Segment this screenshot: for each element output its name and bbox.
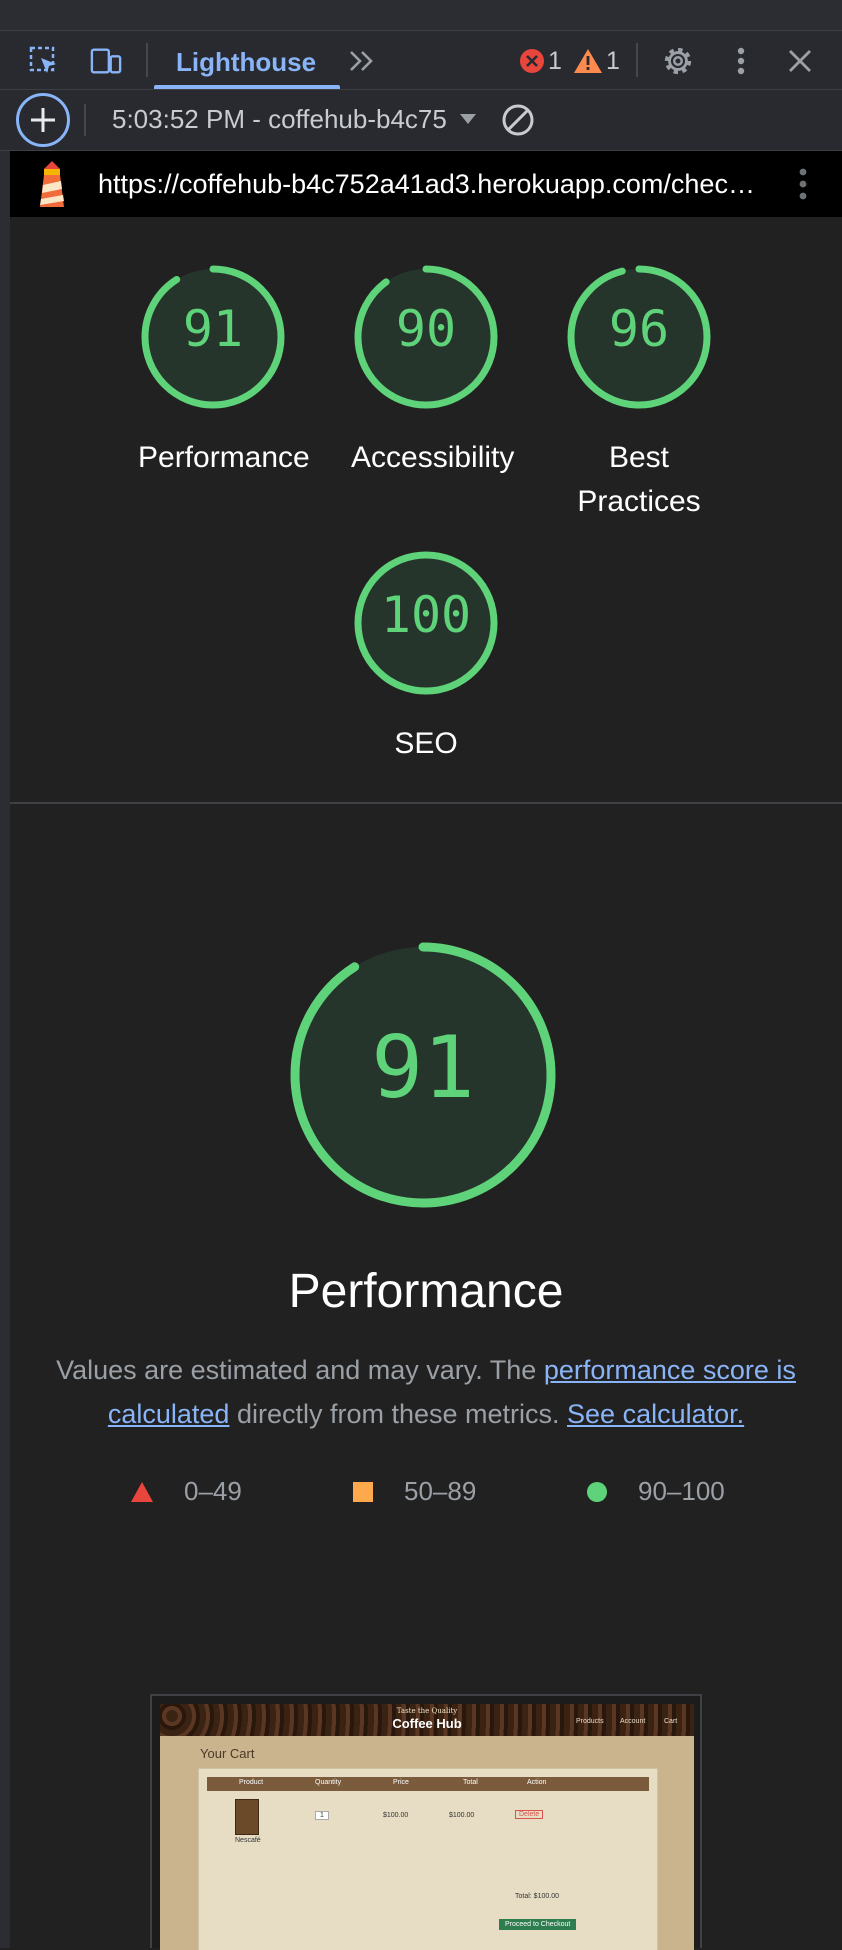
description-text: Values are estimated and may vary. The (56, 1355, 544, 1385)
screenshot-total: Total: $100.00 (515, 1893, 559, 1900)
dropdown-arrow-icon[interactable] (458, 112, 478, 131)
gauge-best-practices[interactable]: 96 Best Practices (564, 262, 714, 524)
devtools-toolbar: Lighthouse 1 1 (0, 31, 842, 90)
screenshot-checkout-button: Proceed to Checkout (499, 1919, 577, 1930)
screenshot-cell: 1 (315, 1811, 329, 1820)
legend-range: 50–89 (404, 1476, 477, 1506)
average-square-icon (353, 1481, 373, 1502)
toolbar-separator (146, 43, 148, 77)
gauge-label: Best Practices (564, 436, 714, 524)
fail-triangle-icon (131, 1481, 153, 1502)
screenshot-th: Action (527, 1779, 547, 1786)
error-count: 1 (548, 47, 562, 75)
more-options-icon[interactable] (725, 45, 757, 77)
performance-score-large: 91 (371, 1018, 475, 1118)
screenshot-cart-title: Your Cart (200, 1746, 255, 1761)
gauge-label: SEO (394, 727, 458, 760)
device-toolbar-icon[interactable] (90, 45, 122, 77)
screenshot-th: Price (393, 1779, 409, 1786)
warning-icon[interactable] (572, 45, 604, 77)
final-screenshot[interactable]: Taste the Quality Coffee Hub Products Ac… (150, 1694, 702, 1950)
gauge-score: 91 (182, 300, 244, 358)
section-divider (10, 802, 842, 804)
legend-range: 90–100 (638, 1476, 725, 1506)
screenshot-th: Quantity (315, 1779, 342, 1786)
screenshot-cell: Delete (515, 1810, 544, 1819)
gauge-performance[interactable]: 91 Performance (138, 262, 310, 480)
warning-count: 1 (606, 47, 620, 75)
description-text: directly from these metrics. (229, 1399, 568, 1429)
performance-title: Performance (288, 1265, 564, 1318)
gauge-label-line: Practices (577, 485, 701, 518)
active-tab-indicator (154, 85, 340, 89)
screenshot-cell: $100.00 (383, 1812, 409, 1819)
settings-gear-icon[interactable] (662, 45, 694, 77)
report-url: https://coffehub-b4c752a41ad3.herokuapp.… (98, 169, 758, 199)
report-menu-icon[interactable] (798, 167, 808, 206)
report-run-select[interactable]: 5:03:52 PM - coffehub-b4c752a41ad3.herok… (112, 104, 448, 135)
gauge-score: 90 (395, 300, 457, 358)
tab-lighthouse[interactable]: Lighthouse (154, 31, 340, 89)
legend-average: 50–89 (352, 1476, 476, 1507)
lighthouse-toolbar: 5:03:52 PM - coffehub-b4c752a41ad3.herok… (0, 90, 842, 151)
clear-reports-icon[interactable] (500, 102, 536, 143)
window-top-strip (0, 0, 842, 31)
pass-circle-icon (587, 1481, 607, 1502)
plus-icon (31, 108, 55, 132)
gauge-score: 100 (380, 586, 472, 644)
gauge-seo[interactable]: 100 SEO (351, 548, 501, 766)
gauge-score: 96 (608, 300, 670, 358)
screenshot-page: Taste the Quality Coffee Hub Products Ac… (160, 1704, 694, 1950)
screenshot-tagline: Taste the Quality (396, 1707, 458, 1715)
new-report-button[interactable] (16, 93, 70, 147)
screenshot-nav-item: Products (576, 1718, 604, 1725)
screenshot-cell: Nescafé (235, 1837, 261, 1844)
lighthouse-logo-icon (32, 159, 72, 214)
legend-range: 0–49 (184, 1476, 242, 1506)
more-tabs-chevron-icon[interactable] (346, 45, 378, 77)
screenshot-th: Total (463, 1779, 478, 1786)
screenshot-product-image (235, 1799, 259, 1835)
panel-left-edge (0, 151, 10, 1948)
screenshot-table-header: Product Quantity Price Total Action (207, 1777, 649, 1791)
screenshot-nav-item: Account (620, 1718, 646, 1725)
toolbar-separator (84, 104, 86, 136)
toolbar-separator (636, 43, 638, 77)
screenshot-cart-card: Product Quantity Price Total Action Nesc… (198, 1768, 658, 1950)
inspect-element-icon[interactable] (28, 45, 60, 77)
error-icon[interactable] (516, 45, 548, 77)
gauge-accessibility[interactable]: 90 Accessibility (351, 262, 515, 480)
screenshot-cell: $100.00 (449, 1812, 475, 1819)
screenshot-brand: Coffee Hub (392, 1716, 462, 1731)
gauge-label: Accessibility (351, 441, 515, 474)
performance-description: Values are estimated and may vary. The p… (50, 1348, 802, 1436)
screenshot-th: Product (239, 1779, 264, 1786)
screenshot-nav-item: Cart (664, 1718, 678, 1725)
close-icon[interactable] (784, 45, 816, 77)
gauge-label: Performance (138, 441, 310, 474)
tab-lighthouse-label: Lighthouse (176, 47, 317, 77)
see-calculator-link[interactable]: See calculator. (567, 1399, 744, 1429)
report-url-bar: https://coffehub-b4c752a41ad3.herokuapp.… (10, 151, 842, 217)
legend-fail: 0–49 (130, 1476, 242, 1507)
gauge-label-line: Best (608, 441, 670, 474)
legend-pass: 90–100 (586, 1476, 725, 1507)
